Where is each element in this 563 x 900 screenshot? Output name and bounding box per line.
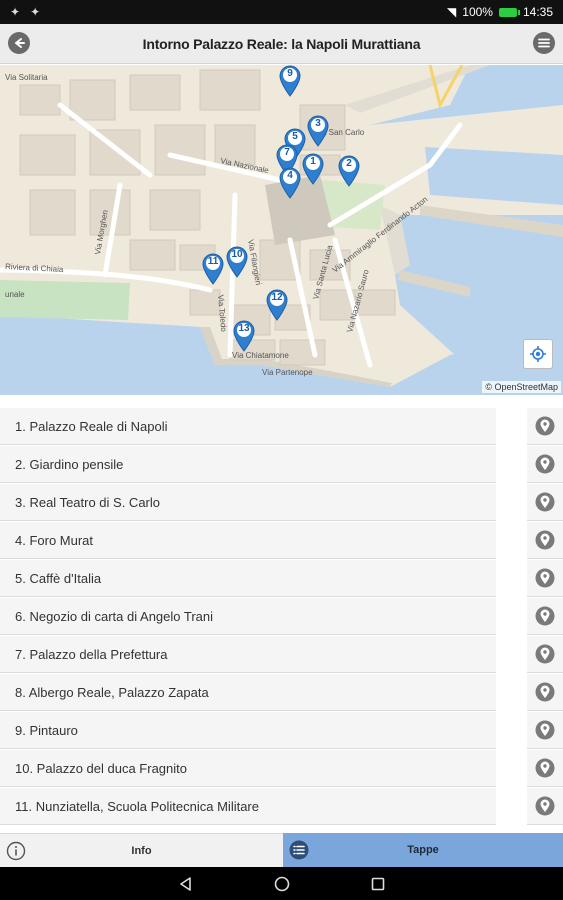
location-pin-button[interactable] [527,788,563,825]
map-marker-3[interactable]: 3 [307,115,329,147]
location-pin-button[interactable] [527,560,563,597]
list-item[interactable]: 4. Foro Murat [0,522,496,559]
tab-info[interactable]: Info [0,833,283,867]
map-marker-10[interactable]: 10 [226,246,248,278]
status-bar: ✦ ✦ ◥ 100% 14:35 [0,0,563,24]
crosshair-icon [530,346,546,362]
map-pin-icon [535,796,555,816]
map-pin-icon [535,644,555,664]
notification-icons: ✦ ✦ [10,5,40,19]
map-pin-icon [535,682,555,702]
wifi-icon: ◥ [447,5,457,19]
list-item[interactable]: 1. Palazzo Reale di Napoli [0,408,496,445]
list-item[interactable]: 10. Palazzo del duca Fragnito [0,750,496,787]
map-pin-icon [535,606,555,626]
map-marker-13[interactable]: 13 [233,320,255,352]
list-item[interactable]: 3. Real Teatro di S. Carlo [0,484,496,521]
nav-back-icon[interactable] [178,876,194,892]
list-item[interactable]: 5. Caffè d'Italia [0,560,496,597]
stops-list: 1. Palazzo Reale di Napoli 2. Giardino p… [0,408,563,832]
map-pin-icon [535,416,555,436]
tab-tappe-label: Tappe [407,844,439,856]
system-status: ◥ 100% 14:35 [447,5,553,19]
page-title: Intorno Palazzo Reale: la Napoli Muratti… [142,35,421,52]
arrow-left-icon [15,38,25,48]
clock: 14:35 [522,5,553,19]
app: ✦ ✦ ◥ 100% 14:35 Intorno Palazzo Reale: … [0,0,563,900]
menu-button[interactable] [533,32,555,54]
location-pin-button[interactable] [527,636,563,673]
map-pin-icon [535,530,555,550]
map-tiles: Via Nazionale Via Ammiraglio Ferdinando … [0,65,563,395]
map-marker-2[interactable]: 2 [338,155,360,187]
map-marker-12[interactable]: 12 [266,289,288,321]
location-pin-button[interactable] [527,750,563,787]
list-item[interactable]: 11. Nunziatella, Scuola Politecnica Mili… [0,788,496,825]
tab-info-label: Info [131,844,152,857]
svg-text:Via Chiatamone: Via Chiatamone [232,351,289,360]
location-pin-button[interactable] [527,712,563,749]
info-icon [6,841,26,861]
tab-tappe[interactable]: Tappe [283,833,563,867]
location-pin-button[interactable] [527,522,563,559]
bottom-tab-bar: Info Tappe [0,833,563,867]
list-item[interactable]: 7. Palazzo della Prefettura [0,636,496,673]
map-marker-11[interactable]: 11 [202,253,224,285]
battery-percent: 100% [462,5,493,19]
location-pin-button[interactable] [527,598,563,635]
my-location-button[interactable] [523,339,553,369]
svg-text:Via Solitaria: Via Solitaria [5,73,48,82]
list-item[interactable]: 6. Negozio di carta di Angelo Trani [0,598,496,635]
hamburger-icon [538,38,550,48]
map-pin-icon [535,720,555,740]
map-marker-4[interactable]: 4 [279,167,301,199]
svg-text:unale: unale [5,290,25,299]
back-button[interactable] [8,32,30,54]
location-pin-button[interactable] [527,446,563,483]
map-view[interactable]: Via Nazionale Via Ammiraglio Ferdinando … [0,65,563,395]
map-marker-9[interactable]: 9 [279,65,301,97]
map-pin-icon [535,454,555,474]
list-item[interactable]: 2. Giardino pensile [0,446,496,483]
map-pin-icon [535,568,555,588]
list-item[interactable]: 9. Pintauro [0,712,496,749]
notification-icon: ✦ [10,5,21,19]
map-attribution[interactable]: © OpenStreetMap [482,381,561,393]
location-pin-button[interactable] [527,408,563,445]
notification-icon-2: ✦ [30,5,41,19]
nav-home-icon[interactable] [274,876,290,892]
app-header: Intorno Palazzo Reale: la Napoli Muratti… [0,24,563,64]
svg-text:Via Partenope: Via Partenope [262,368,313,377]
list-icon [289,840,309,860]
location-pin-button[interactable] [527,484,563,521]
list-item[interactable]: 8. Albergo Reale, Palazzo Zapata [0,674,496,711]
battery-icon [498,7,520,17]
map-pin-icon [535,758,555,778]
map-pin-icon [535,492,555,512]
map-marker-1[interactable]: 1 [302,153,324,185]
nav-recents-icon[interactable] [370,876,386,892]
svg-text:Via Toledo: Via Toledo [216,294,228,332]
location-pin-button[interactable] [527,674,563,711]
system-navigation-bar [0,867,563,900]
